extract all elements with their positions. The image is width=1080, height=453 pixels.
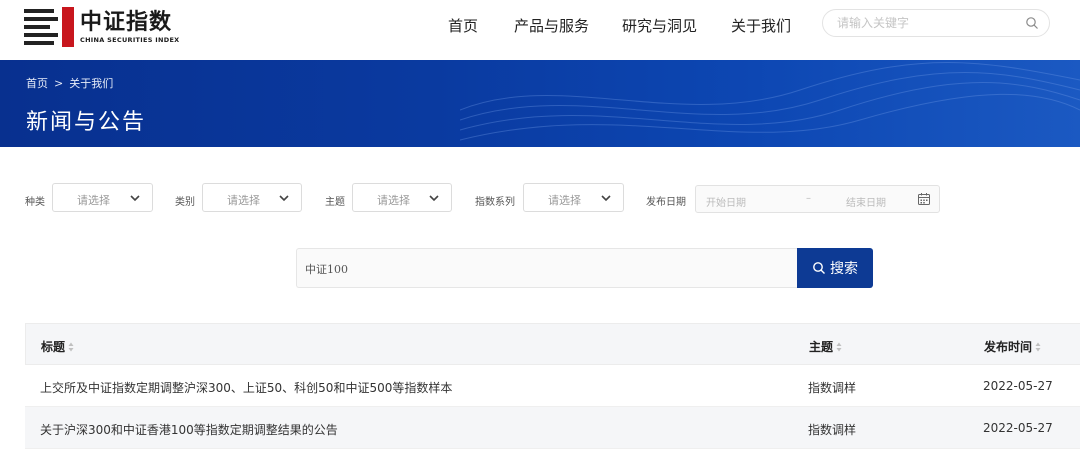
filter-select-category[interactable]: 请选择 [202, 183, 302, 212]
table-row[interactable]: 关于沪深300和中证香港100等指数定期调整结果的公告 指数调样 2022-05… [25, 407, 1080, 449]
page-banner: 首页 > 关于我们 新闻与公告 [0, 60, 1080, 147]
search-button-label: 搜索 [830, 261, 858, 277]
chevron-down-icon [130, 195, 140, 202]
row-date: 2022-05-27 [983, 421, 1053, 435]
page-title: 新闻与公告 [26, 110, 147, 135]
column-header-topic[interactable]: 主题 [809, 338, 842, 355]
site-logo[interactable]: 中证指数 CHINA SECURITIES INDEX [24, 6, 180, 48]
filter-select-kind[interactable]: 请选择 [52, 183, 153, 212]
end-date-input[interactable]: 结束日期 [846, 194, 886, 209]
column-header-date[interactable]: 发布时间 [984, 338, 1041, 355]
breadcrumb-separator: > [54, 76, 64, 90]
filter-select-value: 请选择 [227, 194, 260, 207]
calendar-icon[interactable] [917, 192, 931, 206]
sort-icon [68, 342, 74, 351]
filter-label-theme: 主题 [325, 197, 345, 208]
nav-item-about[interactable]: 关于我们 [731, 15, 791, 36]
filter-label-kind: 种类 [25, 197, 45, 208]
csi-logo-icon [24, 7, 74, 47]
breadcrumb-home[interactable]: 首页 [26, 75, 48, 91]
filter-select-value: 请选择 [377, 194, 410, 207]
filter-bar: 种类 请选择 类别 请选择 主题 请选择 指数系列 请选择 发布日期 开始日期 … [0, 181, 1080, 213]
filter-select-index-series[interactable]: 请选择 [523, 183, 624, 212]
sort-icon [836, 342, 842, 351]
keyword-search-box [296, 248, 798, 288]
filter-select-theme[interactable]: 请选择 [352, 183, 452, 212]
row-title-link[interactable]: 关于沪深300和中证香港100等指数定期调整结果的公告 [40, 421, 338, 438]
start-date-input[interactable]: 开始日期 [706, 194, 746, 209]
chevron-down-icon [279, 195, 289, 202]
sort-icon [1035, 342, 1041, 351]
chevron-down-icon [429, 195, 439, 202]
chevron-down-icon [601, 195, 611, 202]
breadcrumb: 首页 > 关于我们 [26, 75, 113, 91]
nav-item-products[interactable]: 产品与服务 [514, 15, 589, 36]
table-header: 标题 主题 发布时间 [25, 323, 1080, 365]
date-range-picker[interactable]: 开始日期 – 结束日期 [695, 185, 940, 213]
row-topic: 指数调样 [808, 381, 857, 395]
filter-label-index-series: 指数系列 [475, 197, 515, 208]
search-button[interactable]: 搜索 [797, 248, 873, 288]
filter-select-value: 请选择 [548, 194, 581, 207]
breadcrumb-current: 关于我们 [69, 77, 114, 90]
row-topic: 指数调样 [808, 423, 857, 437]
column-header-title[interactable]: 标题 [41, 338, 74, 355]
keyword-search-input[interactable] [305, 261, 785, 277]
date-separator: – [806, 193, 811, 204]
row-title-link[interactable]: 上交所及中证指数定期调整沪深300、上证50、科创50和中证500等指数样本 [40, 379, 452, 396]
filter-select-value: 请选择 [77, 194, 110, 207]
banner-wave-decoration [460, 62, 1080, 141]
brand-name-en: CHINA SECURITIES INDEX [80, 35, 180, 44]
table-row[interactable]: 上交所及中证指数定期调整沪深300、上证50、科创50和中证500等指数样本 指… [25, 365, 1080, 407]
filter-label-category: 类别 [175, 197, 195, 208]
header-search [822, 9, 1050, 37]
search-icon [813, 262, 825, 274]
site-header: 中证指数 CHINA SECURITIES INDEX 首页 产品与服务 研究与… [0, 0, 1080, 60]
search-icon[interactable] [1025, 16, 1039, 30]
brand-name-cn: 中证指数 [80, 9, 173, 35]
header-search-input[interactable] [837, 14, 1017, 32]
row-date: 2022-05-27 [983, 379, 1053, 393]
nav-item-research[interactable]: 研究与洞见 [622, 15, 697, 36]
nav-item-home[interactable]: 首页 [448, 15, 478, 36]
filter-label-date: 发布日期 [646, 197, 686, 208]
